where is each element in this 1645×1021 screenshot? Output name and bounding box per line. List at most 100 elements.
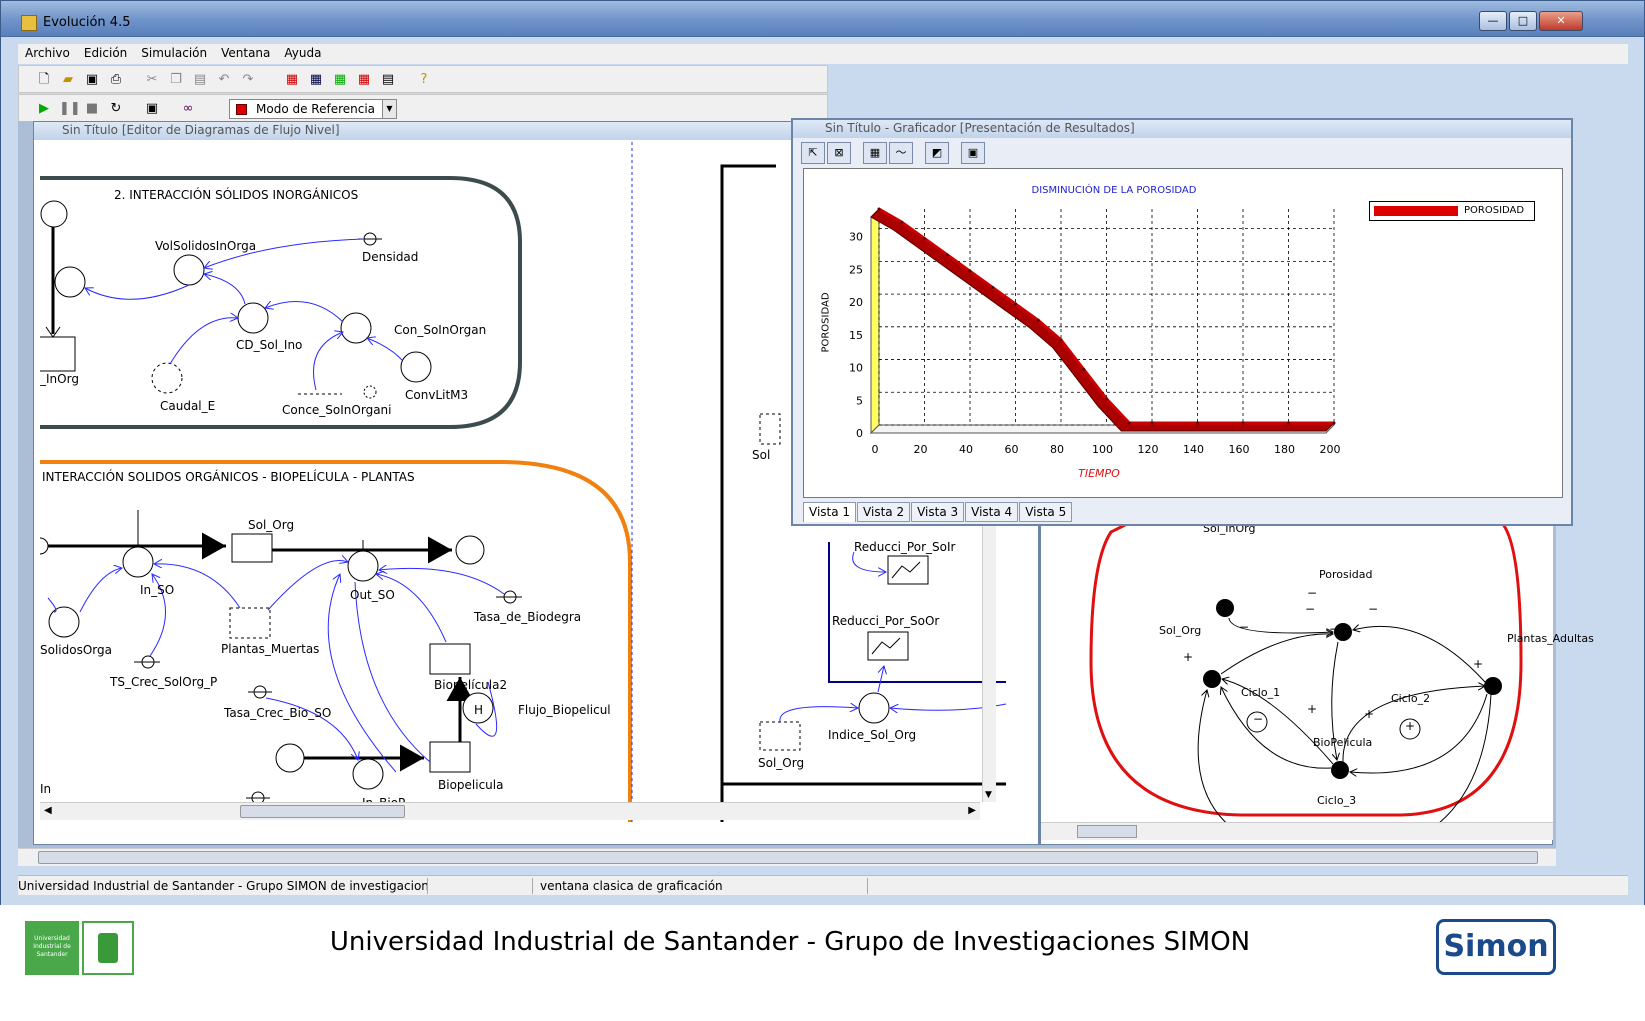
node-biopelicula2[interactable]: Biopelícula2 [434, 678, 507, 692]
causal-node-plantas-adultas[interactable]: Plantas_Adultas [1507, 632, 1594, 645]
line-view-icon[interactable]: 〜 [889, 142, 913, 164]
causal-loop-ciclo1[interactable]: Ciclo_1 [1241, 686, 1280, 699]
table-window-icon[interactable]: ▦ [307, 71, 325, 89]
grapher-title[interactable]: Sin Título - Graficador [Presentación de… [793, 120, 1571, 138]
editor-hscrollbar[interactable]: ◀ ▶ [40, 802, 980, 820]
middle-node-sol[interactable]: Sol [752, 448, 770, 462]
node-conce-soinorgani[interactable]: Conce_SoInOrgani [282, 403, 392, 417]
menu-simulacion[interactable]: Simulación [134, 44, 214, 62]
data-point-6 [1014, 302, 1017, 306]
cut-icon[interactable]: ✂ [143, 71, 161, 89]
step-icon[interactable]: ↻ [107, 100, 125, 118]
tab-vista-2[interactable]: Vista 2 [857, 502, 911, 522]
scroll-right-icon[interactable]: ▶ [968, 805, 976, 816]
graph-window-icon[interactable]: ▦ [355, 71, 373, 89]
tab-vista-1[interactable]: Vista 1 [803, 502, 857, 522]
binoculars-icon[interactable]: ∞ [179, 100, 197, 118]
x-tick-label-6: 120 [1138, 443, 1159, 456]
node-densidad[interactable]: Densidad [362, 250, 418, 264]
data-point-2 [923, 236, 926, 240]
data-point-3 [945, 253, 949, 257]
node-plantas-muertas[interactable]: Plantas_Muertas [221, 642, 319, 656]
y-tick-label-0: 0 [856, 427, 863, 440]
node-caudal-e[interactable]: Caudal_E [160, 399, 215, 413]
node-tasa-biodegra[interactable]: Tasa_de_Biodegra [474, 610, 581, 624]
display-icon[interactable]: ▣ [961, 142, 985, 164]
causal-hscrollbar[interactable] [1041, 822, 1553, 840]
print-icon[interactable]: ⎙ [107, 71, 125, 89]
pause-icon[interactable]: ❚❚ [59, 100, 81, 118]
node-ts-crec[interactable]: TS_Crec_SolOrg_P [110, 675, 217, 689]
status-empty [428, 878, 533, 894]
node-convlitm3[interactable]: ConvLitM3 [405, 388, 468, 402]
parameters-icon[interactable]: ▣ [143, 100, 161, 118]
node-flujo-biopelicul[interactable]: Flujo_Biopelicul [518, 703, 611, 717]
causal-node-biopelicula[interactable]: BioPelicula [1313, 736, 1372, 749]
menu-edicion[interactable]: Edición [77, 44, 134, 62]
loop2-polarity: + [1405, 719, 1416, 733]
middle-node-sol-org[interactable]: Sol_Org [758, 756, 804, 770]
middle-node-reducci-soor[interactable]: Reducci_Por_SoOr [832, 614, 939, 628]
close-button[interactable]: ✕ [1539, 11, 1583, 31]
node-inorg[interactable]: _InOrg [40, 372, 79, 386]
causal-loop-ciclo2[interactable]: Ciclo_2 [1391, 692, 1430, 705]
menu-ayuda[interactable]: Ayuda [277, 44, 328, 62]
chart-settings-icon[interactable]: ◩ [925, 142, 949, 164]
node-tasa-crec-bio[interactable]: Tasa_Crec_Bio_SO [224, 706, 331, 720]
node-solidosorga[interactable]: SolidosOrga [40, 643, 112, 657]
copy-icon[interactable]: ❐ [167, 71, 185, 89]
menu-ventana[interactable]: Ventana [214, 44, 277, 62]
menu-archivo[interactable]: Archivo [18, 44, 77, 62]
mode-color-icon [236, 104, 247, 115]
table-view-icon[interactable]: ▦ [863, 142, 887, 164]
node-in[interactable]: In [40, 782, 51, 796]
open-folder-icon[interactable]: ▰ [59, 71, 77, 89]
mdi-hscroll-thumb[interactable] [38, 851, 1538, 864]
stop-icon[interactable]: ■ [83, 100, 101, 118]
play-icon[interactable]: ▶ [35, 100, 53, 118]
x-tick-label-5: 100 [1092, 443, 1113, 456]
maximize-button[interactable]: □ [1509, 11, 1537, 31]
paste-icon[interactable]: ▤ [191, 71, 209, 89]
node-cd-sol-ino[interactable]: CD_Sol_Ino [236, 338, 302, 352]
redo-icon[interactable]: ↷ [239, 71, 257, 89]
tab-vista-3[interactable]: Vista 3 [911, 502, 965, 522]
node-out-so[interactable]: Out_SO [350, 588, 395, 602]
causal-hscroll-thumb[interactable] [1077, 825, 1137, 838]
status-left: Universidad Industrial de Santander - Gr… [18, 878, 428, 894]
mdi-hscrollbar[interactable] [18, 848, 1556, 866]
node-volsolidos[interactable]: VolSolidosInOrga [155, 239, 256, 253]
causal-loop-ciclo3[interactable]: Ciclo_3 [1317, 794, 1356, 807]
tab-vista-4[interactable]: Vista 4 [965, 502, 1019, 522]
title-bar[interactable]: Evolución 4.5 — □ ✕ [1, 1, 1644, 37]
middle-node-reducci-soin[interactable]: Reducci_Por_SoIr [854, 540, 955, 554]
causal-canvas[interactable]: Sol_InOrg Porosidad Sol_Org Plantas_Adul… [1041, 522, 1594, 838]
minimize-button[interactable]: — [1479, 11, 1507, 31]
middle-node-indice-sol-org[interactable]: Indice_Sol_Org [828, 728, 916, 742]
mode-select[interactable]: Modo de Referencia ▼ [229, 99, 397, 119]
chart-window-icon[interactable]: ▦ [283, 71, 301, 89]
chart-xlabel: TIEMPO [1078, 467, 1120, 480]
save-icon[interactable]: ▣ [83, 71, 101, 89]
help-icon[interactable]: ? [415, 71, 433, 89]
chevron-down-icon[interactable]: ▼ [382, 100, 396, 118]
new-file-icon[interactable]: 🗋 [35, 71, 53, 89]
causal-node-sol-org[interactable]: Sol_Org [1159, 624, 1201, 637]
tab-vista-5[interactable]: Vista 5 [1019, 502, 1073, 522]
diagram-window-icon[interactable]: ▦ [331, 71, 349, 89]
causal-node-porosidad[interactable]: Porosidad [1319, 568, 1372, 581]
scroll-down-icon[interactable]: ▼ [985, 790, 992, 800]
node-biopelicula[interactable]: Biopelicula [438, 778, 503, 792]
undo-icon[interactable]: ↶ [215, 71, 233, 89]
export-icon[interactable]: ⇱ [801, 142, 825, 164]
text-window-icon[interactable]: ▤ [379, 71, 397, 89]
x-tick-label-9: 180 [1274, 443, 1295, 456]
node-con-soinorgan[interactable]: Con_SoInOrgan [394, 323, 486, 337]
close-view-icon[interactable]: ⊠ [827, 142, 851, 164]
node-in-so[interactable]: In_SO [140, 583, 174, 597]
editor-hscroll-thumb[interactable] [240, 805, 405, 818]
scroll-left-icon[interactable]: ◀ [44, 805, 52, 816]
link-sign-6: + [1183, 650, 1194, 664]
node-sol-org[interactable]: Sol_Org [248, 518, 294, 532]
data-point-11 [1127, 421, 1131, 425]
